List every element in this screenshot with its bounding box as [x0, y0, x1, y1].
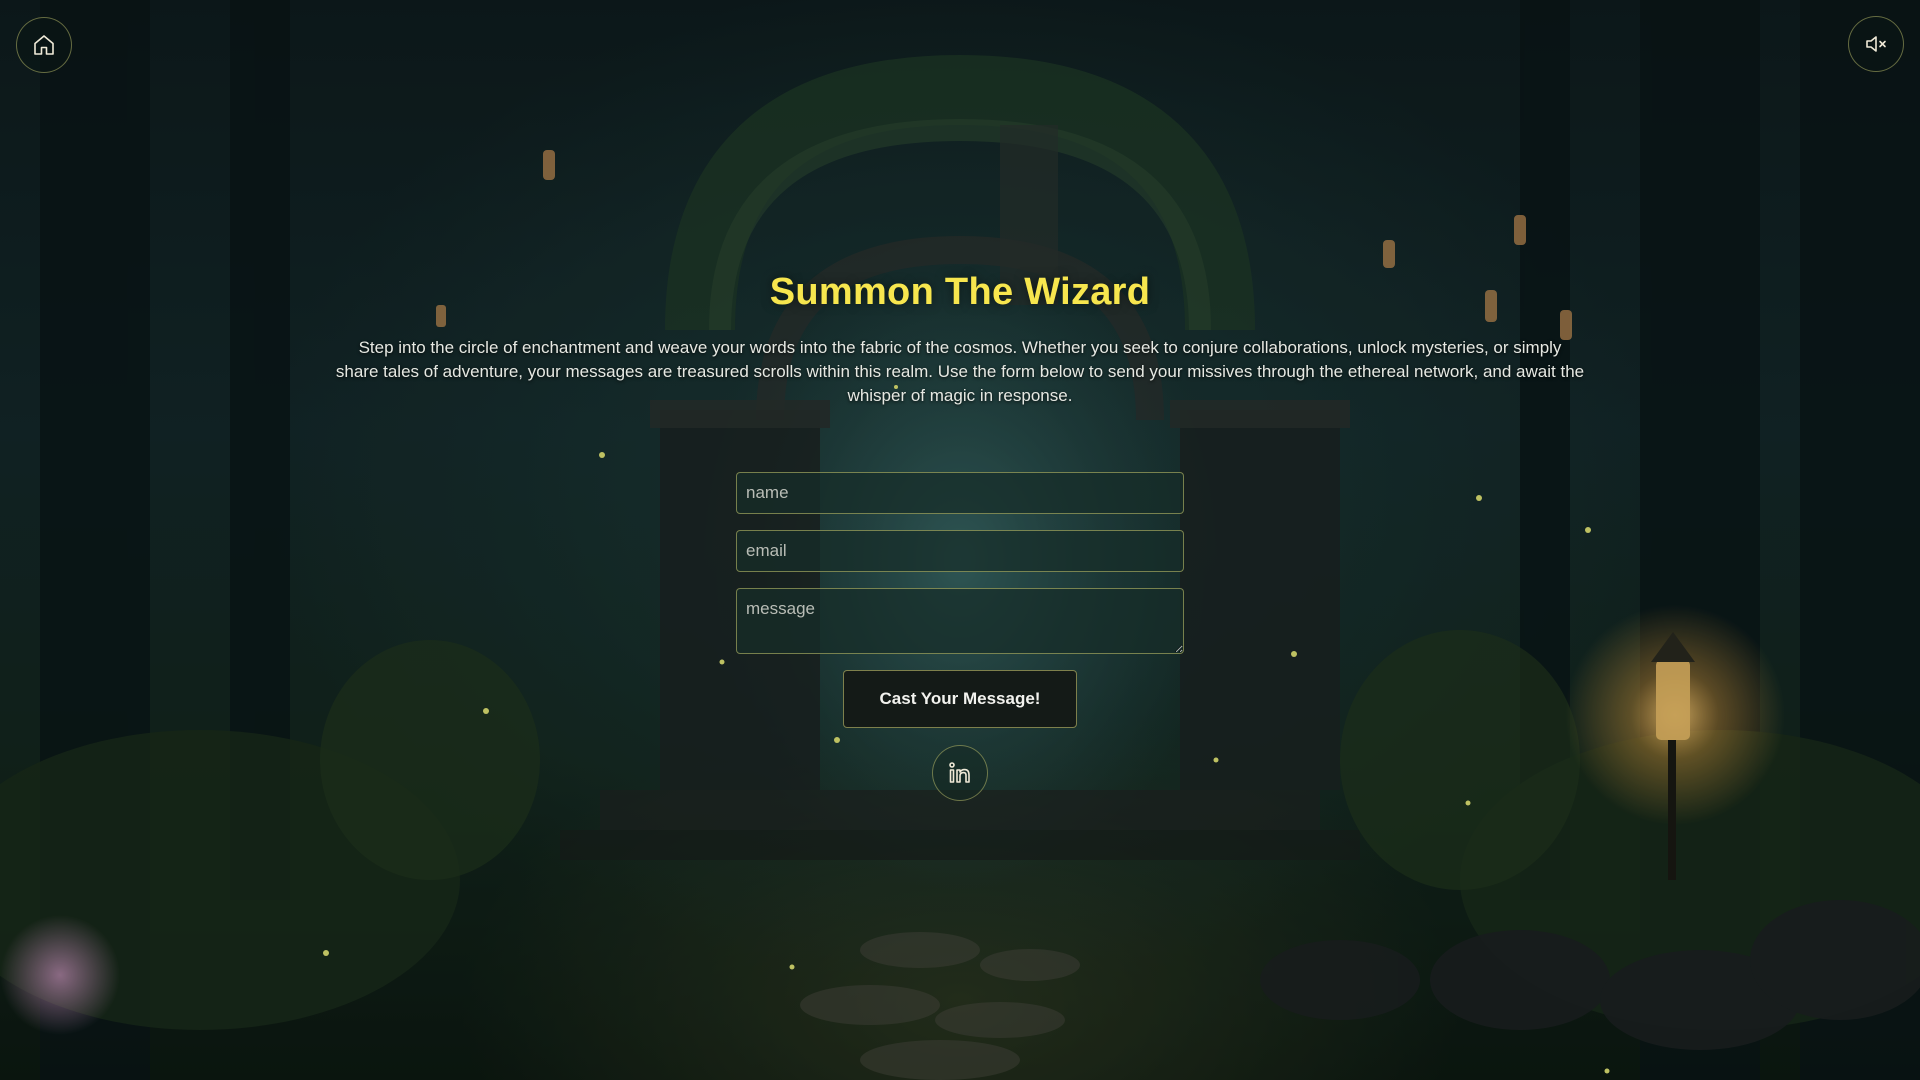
email-input[interactable]: [736, 530, 1184, 572]
linkedin-link[interactable]: [932, 745, 988, 801]
contact-form: Cast Your Message!: [736, 472, 1184, 728]
forest-background: Summon The Wizard Step into the circle o…: [0, 0, 1920, 1080]
intro-text: Step into the circle of enchantment and …: [335, 338, 1585, 405]
linkedin-icon: [949, 762, 970, 783]
cast-message-button[interactable]: Cast Your Message!: [843, 670, 1077, 728]
page-title: Summon The Wizard: [769, 271, 1151, 313]
message-textarea[interactable]: [736, 588, 1184, 654]
name-input[interactable]: [736, 472, 1184, 514]
contact-section: Summon The Wizard Step into the circle o…: [0, 0, 1920, 801]
